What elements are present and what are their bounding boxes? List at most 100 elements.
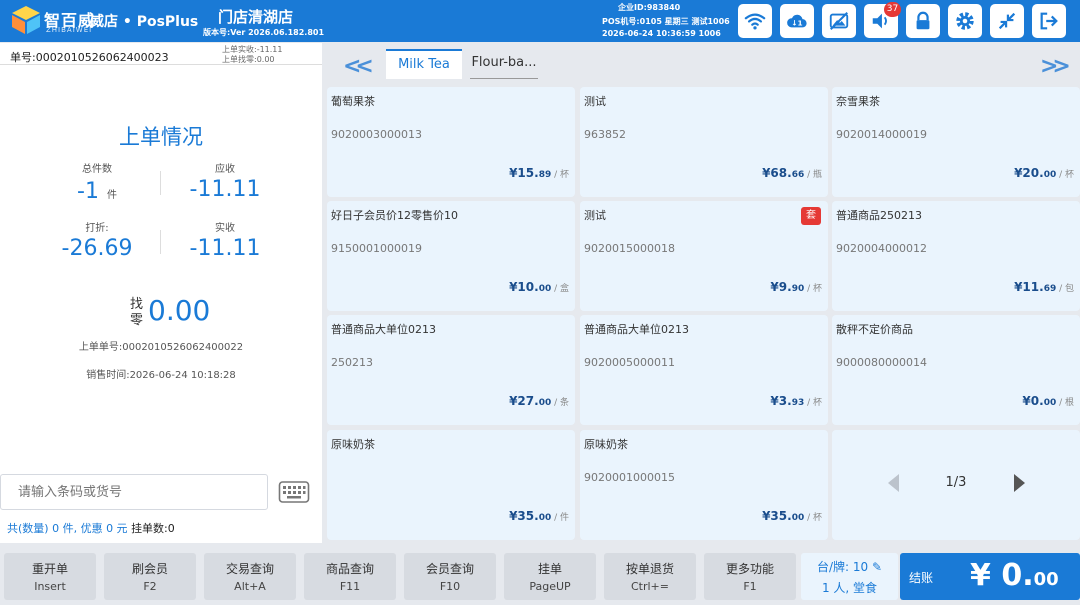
price-unit: / 盒 xyxy=(554,284,569,294)
tab-milk-tea[interactable]: Milk Tea xyxy=(386,49,462,79)
return-by-order-button[interactable]: 按单退货 Ctrl+= xyxy=(604,553,696,600)
button-label: 按单退货 xyxy=(625,562,674,576)
total-count-label: 总件数 xyxy=(82,164,112,175)
datetime-info: 2026-06-24 10:36:59 1006 xyxy=(602,29,721,38)
price-integer: ¥27. xyxy=(509,394,539,408)
price-decimal: 89 xyxy=(538,170,552,180)
shortcut-key: PageUP xyxy=(529,580,571,593)
product-card[interactable]: 普通商品大单位0213 250213 ¥27.00 / 条 xyxy=(327,315,575,425)
product-name: 葡萄果茶 xyxy=(331,95,375,108)
price-integer: ¥35. xyxy=(762,509,792,523)
table-number: 台/牌: 10 ✎ xyxy=(816,560,883,574)
wifi-icon xyxy=(744,13,766,30)
barcode-input[interactable] xyxy=(0,474,268,510)
product-name: 普通商品250213 xyxy=(836,209,922,222)
price-integer: ¥68. xyxy=(762,166,792,180)
product-code: 9020005000011 xyxy=(584,356,675,369)
product-code: 9020015000018 xyxy=(584,242,675,255)
member-query-button[interactable]: 会员查询 F10 xyxy=(404,553,496,600)
price-decimal: 93 xyxy=(791,398,805,408)
keyboard-icon[interactable] xyxy=(278,479,310,505)
category-next-icon[interactable]: >> xyxy=(1040,54,1071,79)
hold-order-button[interactable]: 挂单 PageUP xyxy=(504,553,596,600)
product-code: 9020004000012 xyxy=(836,242,927,255)
total-count-number: -1 xyxy=(77,179,99,204)
pos-info: POS机号:0105 星期三 测试1006 xyxy=(602,17,730,26)
footer-totals: 共(数量) 0 件, 优惠 0 元 xyxy=(7,522,128,535)
shortcut-key: F11 xyxy=(339,580,361,593)
page-indicator: 1/3 xyxy=(945,475,967,490)
product-card[interactable]: 好日子会员价12零售价10 9150001000019 ¥10.00 / 盒 xyxy=(327,201,575,311)
table-info-button[interactable]: 台/牌: 10 ✎ 1 人, 堂食 xyxy=(801,553,898,600)
store-name: 门店清湖店 xyxy=(218,8,294,26)
product-query-button[interactable]: 商品查询 F11 xyxy=(304,553,396,600)
price-integer: ¥20. xyxy=(1014,166,1044,180)
price-unit: / 条 xyxy=(554,398,569,408)
product-code: 9020001000015 xyxy=(584,471,675,484)
last-receipt-info: 上单实收:-11.11 上单找零:0.00 xyxy=(222,45,282,65)
more-functions-button[interactable]: 更多功能 F1 xyxy=(704,553,796,600)
price-decimal: 66 xyxy=(791,170,805,180)
enterprise-id: 企业ID:983840 xyxy=(618,3,681,12)
product-card[interactable]: 原味奶茶 9020001000015 ¥35.00 / 杯 xyxy=(580,430,828,540)
settings-button[interactable] xyxy=(948,4,982,38)
price-unit: / 件 xyxy=(554,513,569,523)
product-code: 250213 xyxy=(331,356,373,369)
next-page-icon[interactable] xyxy=(1014,474,1025,492)
product-card[interactable]: 散秤不定价商品 9000080000014 ¥0.00 / 根 xyxy=(832,315,1080,425)
checkout-label: 结账 xyxy=(909,571,934,585)
prev-page-icon[interactable] xyxy=(888,474,899,492)
actual-value: -11.11 xyxy=(189,236,261,261)
divider xyxy=(0,64,322,65)
shortcut-key: F2 xyxy=(143,580,157,593)
checkout-amount-decimal: 00 xyxy=(1033,569,1059,590)
brand-logo-icon xyxy=(12,6,40,34)
checkout-button[interactable]: 结账 ¥ 0.00 xyxy=(900,553,1080,600)
price-unit: / 根 xyxy=(1059,398,1074,408)
swipe-member-button[interactable]: 刷会员 F2 xyxy=(104,553,196,600)
notification-button[interactable]: 37 xyxy=(864,2,901,38)
product-name: 好日子会员价12零售价10 xyxy=(331,209,458,222)
price-unit: / 杯 xyxy=(554,170,569,180)
version-label: 版本号:Ver 2026.06.182.801 xyxy=(203,28,325,37)
category-prev-icon[interactable]: << xyxy=(343,54,374,79)
product-price: ¥27.00 / 条 xyxy=(509,394,569,408)
product-price: ¥11.69 / 包 xyxy=(1014,280,1074,294)
product-name: 测试 xyxy=(584,209,606,222)
shortcut-key: F1 xyxy=(743,580,757,593)
exit-button[interactable] xyxy=(1032,4,1066,38)
price-integer: ¥15. xyxy=(509,166,539,180)
price-integer: ¥10. xyxy=(509,280,539,294)
product-card[interactable]: 普通商品250213 9020004000012 ¥11.69 / 包 xyxy=(832,201,1080,311)
product-card[interactable]: 普通商品大单位0213 9020005000011 ¥3.93 / 杯 xyxy=(580,315,828,425)
product-card[interactable]: 葡萄果茶 9020003000013 ¥15.89 / 杯 xyxy=(327,87,575,197)
product-card[interactable]: 原味奶茶 ¥35.00 / 件 xyxy=(327,430,575,540)
product-card[interactable]: 奈雪果茶 9020014000019 ¥20.00 / 杯 xyxy=(832,87,1080,197)
product-name: 普通商品大单位0213 xyxy=(331,323,436,336)
product-name: 普通商品大单位0213 xyxy=(584,323,689,336)
held-orders-count: 挂单数:0 xyxy=(131,522,175,535)
product-price: ¥3.93 / 杯 xyxy=(770,394,822,408)
transaction-query-button[interactable]: 交易查询 Alt+A xyxy=(204,553,296,600)
tab-flour-based[interactable]: Flour-ba... xyxy=(470,49,538,79)
cloud-sync-button[interactable]: ↓1 xyxy=(780,4,814,38)
product-name: 原味奶茶 xyxy=(584,438,628,451)
button-label: 会员查询 xyxy=(425,562,474,576)
product-card[interactable]: 测试 963852 ¥68.66 / 瓶 xyxy=(580,87,828,197)
exit-icon xyxy=(1040,12,1058,30)
shortcut-key: Insert xyxy=(34,580,66,593)
product-price: ¥0.00 / 根 xyxy=(1022,394,1074,408)
price-decimal: 00 xyxy=(538,513,552,523)
new-order-button[interactable]: 重开单 Insert xyxy=(4,553,96,600)
product-card[interactable]: 测试 套 9020015000018 ¥9.90 / 杯 xyxy=(580,201,828,311)
product-name: 散秤不定价商品 xyxy=(836,323,913,336)
lock-button[interactable] xyxy=(906,4,940,38)
collapse-button[interactable] xyxy=(990,4,1024,38)
product-code: 9150001000019 xyxy=(331,242,422,255)
product-name: 奈雪果茶 xyxy=(836,95,880,108)
product-price: ¥9.90 / 杯 xyxy=(770,280,822,294)
wifi-button[interactable] xyxy=(738,4,772,38)
lock-icon xyxy=(916,11,930,30)
hide-image-button[interactable] xyxy=(822,4,856,38)
price-unit: / 杯 xyxy=(1059,170,1074,180)
